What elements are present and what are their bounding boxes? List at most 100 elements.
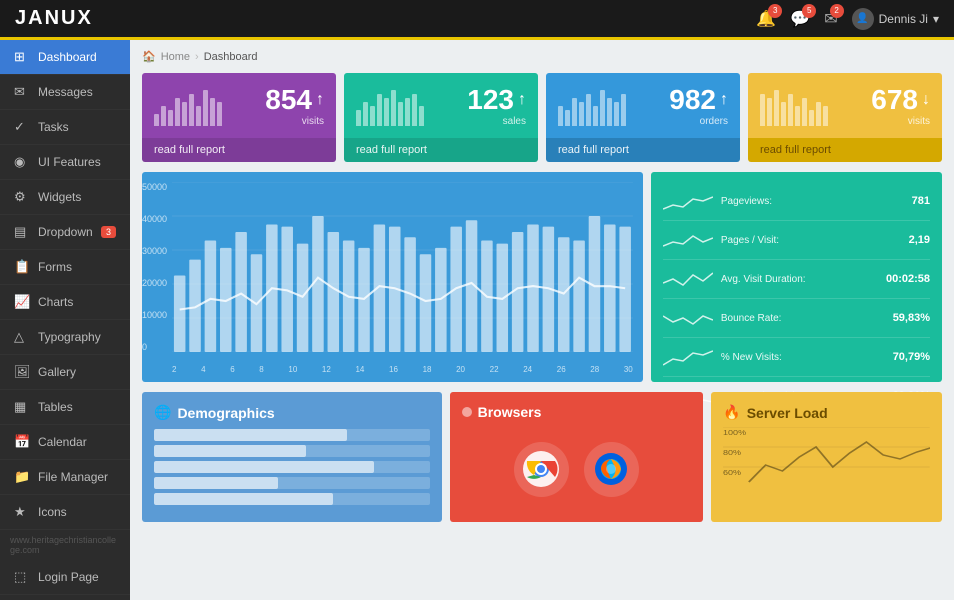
mini-bar	[370, 106, 375, 126]
breadcrumb-home[interactable]: Home	[161, 51, 190, 63]
stat-label-sales: sales	[467, 116, 526, 127]
mini-bar	[795, 106, 800, 126]
y-label: 30000	[142, 246, 172, 256]
envelope-button[interactable]: ✉ 2	[824, 9, 837, 29]
sidebar-item-messages[interactable]: ✉ Messages	[0, 75, 130, 110]
user-name: Dennis Ji	[879, 12, 928, 26]
stat-number-sales: 123 ↑	[467, 84, 526, 116]
breadcrumb-home-icon: 🏠	[142, 50, 156, 63]
chat-button[interactable]: 💬 5	[790, 9, 810, 29]
mini-bar	[182, 102, 187, 126]
stats-row-new-visits: % New Visits: 70,79%	[663, 338, 930, 377]
messages-icon: ✉	[14, 84, 30, 100]
stats-value-bounce-rate: 59,83%	[893, 312, 930, 324]
server-load-title: 🔥 Server Load	[723, 404, 930, 421]
visits2-mini-chart	[760, 86, 828, 126]
chrome-icon-wrap	[514, 442, 569, 497]
middle-row: 50000 40000 30000 20000 10000 0	[142, 172, 942, 382]
mini-bar	[419, 106, 424, 126]
bell-button[interactable]: 🔔 3	[756, 9, 776, 29]
mini-bar	[412, 94, 417, 126]
stat-cards-row: 854 ↑ visits read full report	[142, 73, 942, 162]
sidebar-item-file-manager[interactable]: 📁 File Manager	[0, 460, 130, 495]
user-menu[interactable]: 👤 Dennis Ji ▾	[852, 8, 939, 30]
x-label: 10	[288, 365, 297, 374]
stat-card-link-sales[interactable]: read full report	[344, 138, 538, 162]
sidebar-item-dropdown[interactable]: ▤ Dropdown 3	[0, 215, 130, 250]
sidebar-item-gallery[interactable]: 🖼 Gallery	[0, 355, 130, 390]
demo-bar-track	[154, 445, 430, 457]
pageviews-mini-chart	[663, 189, 713, 213]
server-chart-svg: 100% 80% 60%	[723, 427, 930, 502]
bell-badge: 3	[768, 4, 782, 18]
forms-icon: 📋	[14, 259, 30, 275]
server-load-panel: 🔥 Server Load 100% 80% 60%	[711, 392, 942, 522]
demo-bar-fill	[154, 461, 374, 473]
stat-card-link-visits2[interactable]: read full report	[748, 138, 942, 162]
app-logo: JANUX	[15, 7, 93, 30]
demo-bar-row-2	[154, 445, 430, 457]
stats-label-avg-duration: Avg. Visit Duration:	[721, 274, 878, 285]
main-content: 🏠 Home › Dashboard	[130, 40, 954, 600]
main-chart-panel: 50000 40000 30000 20000 10000 0	[142, 172, 643, 382]
chrome-icon	[521, 449, 561, 489]
stat-card-link-orders[interactable]: read full report	[546, 138, 740, 162]
arrow-up-icon: ↑	[316, 91, 324, 109]
stat-label-orders: orders	[669, 116, 728, 127]
sidebar-item-calendar[interactable]: 📅 Calendar	[0, 425, 130, 460]
stat-card-link-visits[interactable]: read full report	[142, 138, 336, 162]
mini-bar	[384, 98, 389, 126]
breadcrumb-current: Dashboard	[204, 51, 258, 63]
mini-bar	[586, 94, 591, 126]
demo-bar-fill	[154, 493, 333, 505]
stat-label-visits2: visits	[871, 116, 930, 127]
avg-duration-mini-chart	[663, 267, 713, 291]
sidebar-item-charts[interactable]: 📈 Charts	[0, 285, 130, 320]
x-label: 18	[423, 365, 432, 374]
sidebar: ⊞ Dashboard ✉ Messages ✓ Tasks ◉ UI Feat…	[0, 40, 130, 600]
sidebar-item-login[interactable]: ⬚ Login Page	[0, 560, 130, 595]
stat-number-orders: 982 ↑	[669, 84, 728, 116]
sidebar-label-tables: Tables	[38, 400, 73, 414]
icons-icon: ★	[14, 504, 30, 520]
stat-number-visits2: 678 ↓	[871, 84, 930, 116]
demo-bar-track	[154, 461, 430, 473]
sidebar-item-dashboard[interactable]: ⊞ Dashboard	[0, 40, 130, 75]
watermark: www.heritagechristiancollege.com	[0, 530, 130, 560]
sidebar-item-tasks[interactable]: ✓ Tasks	[0, 110, 130, 145]
stats-row-pageviews: Pageviews: 781	[663, 182, 930, 221]
gallery-icon: 🖼	[14, 364, 30, 380]
mini-bar	[809, 110, 814, 126]
demo-bar-track	[154, 429, 430, 441]
bounce-rate-mini-chart	[663, 306, 713, 330]
bottom-row: 🌐 Demographics	[142, 392, 942, 522]
mini-bar	[593, 106, 598, 126]
sidebar-item-forms[interactable]: 📋 Forms	[0, 250, 130, 285]
firefox-icon-wrap	[584, 442, 639, 497]
stats-row-bounce-rate: Bounce Rate: 59,83%	[663, 299, 930, 338]
mini-bar	[161, 106, 166, 126]
mini-bar	[363, 102, 368, 126]
sidebar-label-gallery: Gallery	[38, 365, 76, 379]
browsers-panel: Browsers	[450, 392, 704, 522]
mini-bar	[196, 106, 201, 126]
stat-card-top-visits2: 678 ↓ visits	[748, 73, 942, 138]
dashboard-icon: ⊞	[14, 49, 30, 65]
y-label: 40000	[142, 214, 172, 224]
demo-bar-fill	[154, 445, 306, 457]
sidebar-item-icons[interactable]: ★ Icons	[0, 495, 130, 530]
mini-bar	[168, 110, 173, 126]
sidebar-label-dashboard: Dashboard	[38, 50, 97, 64]
svg-text:60%: 60%	[723, 469, 741, 477]
demo-bar-track	[154, 493, 430, 505]
stats-row-pages-visit: Pages / Visit: 2,19	[663, 221, 930, 260]
mini-bar	[607, 98, 612, 126]
mini-bar	[572, 98, 577, 126]
sidebar-item-widgets[interactable]: ⚙ Widgets	[0, 180, 130, 215]
stat-card-orders: 982 ↑ orders read full report	[546, 73, 740, 162]
stat-card-top-visits: 854 ↑ visits	[142, 73, 336, 138]
mini-bar	[621, 94, 626, 126]
sidebar-item-tables[interactable]: ▦ Tables	[0, 390, 130, 425]
sidebar-item-typography[interactable]: △ Typography	[0, 320, 130, 355]
sidebar-item-ui-features[interactable]: ◉ UI Features	[0, 145, 130, 180]
